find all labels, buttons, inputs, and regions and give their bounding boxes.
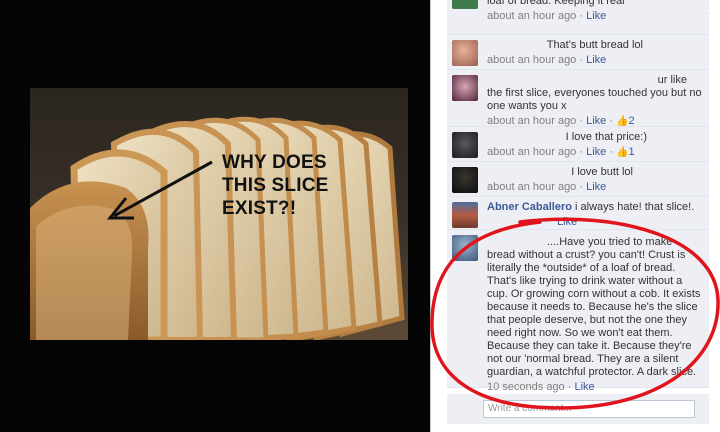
comment-text: ....Have you tried to make bread without…	[487, 236, 701, 378]
comment-timestamp[interactable]: 10 seconds ago	[487, 381, 565, 393]
comment-item: I love butt lol about an hour ago · Like	[447, 162, 709, 197]
comment-item: That's butt bread lol about an hour ago …	[447, 35, 709, 70]
comment-item: Abner Caballero i always hate! that slic…	[447, 197, 709, 230]
comment-text: i always hate! that slice!.	[575, 201, 695, 213]
like-link[interactable]: Like	[557, 216, 577, 228]
like-link[interactable]: Like	[574, 381, 594, 393]
comment-meta: about an hour ago · Like	[487, 54, 703, 67]
comments-sidebar: × loaf of bread. Keeping it real about a…	[430, 0, 720, 432]
comment-text: That's butt bread lol	[487, 39, 703, 52]
comment-body: I love that price:)	[487, 131, 703, 144]
like-link[interactable]: Like	[586, 146, 606, 158]
comment-text-start: ur like	[657, 74, 687, 86]
comment-meta: about an hour ago · Like · 👍1	[487, 146, 703, 159]
comment-timestamp[interactable]: about an hour ago	[487, 181, 576, 193]
meme-line: THIS SLICE	[222, 175, 329, 196]
avatar[interactable]	[452, 132, 478, 158]
separator: ·	[609, 146, 614, 158]
separator: ·	[579, 54, 584, 66]
avatar[interactable]	[452, 235, 478, 261]
avatar[interactable]	[452, 0, 478, 9]
comment-author[interactable]: Abner Caballero	[487, 201, 572, 213]
separator: ·	[579, 181, 584, 193]
comment-meta: Like	[487, 216, 703, 229]
comment-timestamp[interactable]: about an hour ago	[487, 115, 576, 127]
separator: ·	[579, 115, 584, 127]
comment-text: That's butt bread lol	[546, 39, 643, 51]
separator: ·	[579, 146, 584, 158]
avatar[interactable]	[452, 202, 478, 228]
comment-text: the first slice, everyones touched you b…	[487, 87, 702, 112]
comment-body: Abner Caballero i always hate! that slic…	[487, 201, 703, 214]
comment-list: loaf of bread. Keeping it real about an …	[447, 0, 709, 393]
photo-stage: WHY DOES THIS SLICE EXIST?!	[0, 0, 430, 432]
comment-item: I love that price:) about an hour ago · …	[447, 127, 709, 162]
avatar[interactable]	[452, 40, 478, 66]
comment-item: ....Have you tried to make bread without…	[447, 230, 709, 393]
write-comment-input[interactable]: Write a comment...	[483, 400, 695, 418]
comment-item: ur like the first slice, everyones touch…	[447, 70, 709, 127]
like-link[interactable]: Like	[586, 181, 606, 193]
comment-timestamp[interactable]: about an hour ago	[487, 146, 576, 158]
like-count[interactable]: 2	[629, 115, 635, 127]
meme-line: WHY DOES	[222, 152, 327, 173]
comment-text: I love that price:)	[565, 131, 647, 143]
meme-caption: WHY DOES THIS SLICE EXIST?!	[222, 151, 372, 220]
meme-line: EXIST?!	[222, 198, 297, 219]
comment-text: I love butt lol	[571, 166, 633, 178]
comment-item: loaf of bread. Keeping it real about an …	[447, 0, 709, 35]
comment-meta: 10 seconds ago · Like	[487, 381, 703, 394]
thumbs-up-icon[interactable]: 👍	[616, 146, 628, 159]
comment-body: I love butt lol	[487, 166, 703, 179]
avatar[interactable]	[452, 75, 478, 101]
like-link[interactable]: Like	[586, 10, 606, 22]
comment-body: ur like the first slice, everyones touch…	[487, 74, 703, 113]
comment-meta: about an hour ago · Like	[487, 10, 703, 23]
like-count[interactable]: 1	[629, 146, 635, 158]
avatar[interactable]	[452, 167, 478, 193]
separator: ·	[567, 381, 572, 393]
separator: ·	[579, 10, 584, 22]
comment-timestamp[interactable]: about an hour ago	[487, 54, 576, 66]
bread-photo[interactable]: WHY DOES THIS SLICE EXIST?!	[30, 88, 408, 340]
comment-meta: about an hour ago · Like	[487, 181, 703, 194]
photo-viewer: WHY DOES THIS SLICE EXIST?! × loaf of br…	[0, 0, 720, 432]
comment-timestamp[interactable]: about an hour ago	[487, 10, 576, 22]
separator: ·	[609, 115, 614, 127]
comment-body: ....Have you tried to make bread without…	[487, 236, 703, 379]
like-link[interactable]: Like	[586, 54, 606, 66]
comment-text: loaf of bread. Keeping it real	[487, 0, 625, 7]
like-link[interactable]: Like	[586, 115, 606, 127]
